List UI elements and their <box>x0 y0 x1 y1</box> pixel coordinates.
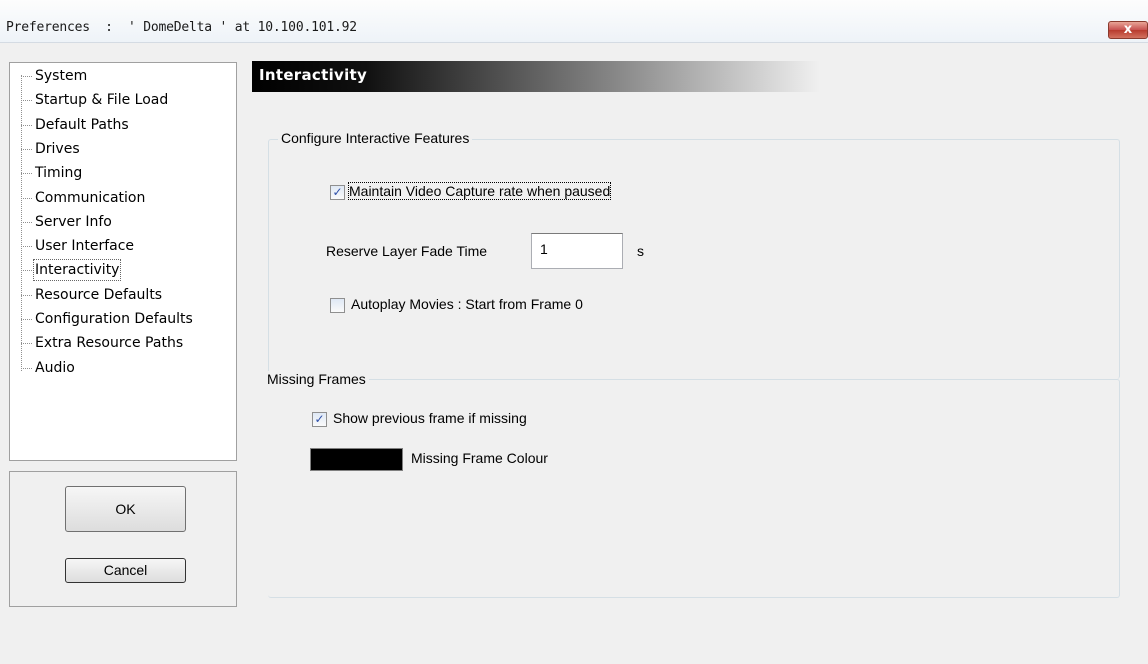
cancel-button[interactable]: Cancel <box>65 558 186 583</box>
dialog-buttons-panel: OK Cancel <box>9 471 237 607</box>
show-previous-label[interactable]: Show previous frame if missing <box>333 410 527 426</box>
fade-time-unit: s <box>637 243 644 259</box>
tree-item-label: Drives <box>35 140 80 157</box>
section-heading: Interactivity <box>259 66 368 84</box>
preferences-tree: System Startup & File Load Default Paths Dr… <box>9 62 237 461</box>
tree-item-label: Startup & File Load <box>35 92 169 109</box>
interactive-features-legend: Configure Interactive Features <box>278 130 473 146</box>
tree-connector <box>21 343 32 345</box>
missing-frame-colour-swatch[interactable] <box>310 448 403 471</box>
tree-connector <box>21 124 32 126</box>
tree-connector <box>21 246 32 248</box>
tree-item-label: Server Info <box>35 213 112 230</box>
tree-connector <box>21 221 32 223</box>
close-icon: x <box>1123 22 1133 37</box>
maintain-capture-label[interactable]: Maintain Video Capture rate when paused <box>347 182 612 200</box>
preferences-window: Preferences : ' DomeDelta ' at 10.100.10… <box>0 0 1148 664</box>
ok-button[interactable]: OK <box>65 486 186 532</box>
autoplay-checkbox[interactable] <box>330 298 345 313</box>
missing-frame-colour-label: Missing Frame Colour <box>411 450 548 466</box>
title-bar: Preferences : ' DomeDelta ' at 10.100.10… <box>0 0 1148 43</box>
show-previous-checkbox[interactable]: ✓ <box>312 412 327 427</box>
tree-item-label: Extra Resource Paths <box>35 335 184 352</box>
check-icon: ✓ <box>332 185 343 199</box>
tree-item-label: Resource Defaults <box>35 286 163 303</box>
tree-item-label: Interactivity <box>32 259 122 282</box>
tree-item-label: Audio <box>35 359 75 376</box>
tree-item-label: Default Paths <box>35 116 129 133</box>
tree-item-label: Timing <box>35 165 83 182</box>
tree-connector <box>21 75 22 371</box>
tree-connector <box>21 319 32 320</box>
tree-connector <box>21 197 32 199</box>
autoplay-label[interactable]: Autoplay Movies : Start from Frame 0 <box>351 296 583 312</box>
maintain-capture-checkbox[interactable]: ✓ <box>330 185 345 200</box>
fade-time-label: Reserve Layer Fade Time <box>326 243 488 259</box>
tree-item-label: Configuration Defaults <box>35 311 193 327</box>
tree-connector <box>21 76 32 77</box>
interactive-features-group <box>268 139 1120 379</box>
tree-item-label: System <box>35 68 88 84</box>
fade-time-input[interactable]: 1 <box>531 233 623 269</box>
tree-connector <box>21 100 32 102</box>
tree-connector <box>21 270 32 272</box>
tree-connector <box>21 173 32 175</box>
tree-connector <box>21 148 32 150</box>
tree-item-label: User Interface <box>35 238 135 255</box>
close-button[interactable]: x <box>1108 21 1148 39</box>
check-icon: ✓ <box>314 412 325 426</box>
missing-frames-legend: Missing Frames <box>264 371 369 387</box>
tree-connector <box>21 367 32 369</box>
window-title: Preferences : ' DomeDelta ' at 10.100.10… <box>6 20 357 35</box>
tree-connector <box>21 294 32 296</box>
tree-item-label: Communication <box>35 189 146 206</box>
section-heading-bar: Interactivity <box>252 61 820 92</box>
